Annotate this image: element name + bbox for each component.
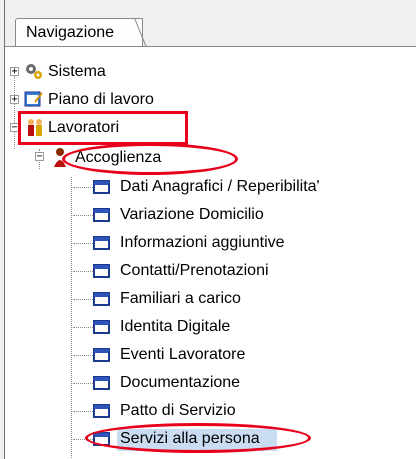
tree-node-label: Sistema	[48, 63, 106, 80]
collapse-accoglienza-toggle[interactable]: −	[35, 152, 44, 162]
window-icon	[93, 180, 110, 194]
tree-leaf[interactable]: Patto di Servizio	[5, 397, 410, 425]
tab-label: Navigazione	[26, 24, 115, 41]
navigation-tree[interactable]: + Sistema + Piano di lavoro − Lavoratori…	[5, 47, 416, 459]
tree-leaf[interactable]: Variazione Domicilio	[5, 201, 410, 229]
window-icon	[93, 348, 110, 362]
notepad-icon	[24, 91, 43, 107]
gears-icon	[26, 64, 42, 79]
tree-node-sistema[interactable]: + Sistema	[5, 58, 205, 86]
tree-node-piano-di-lavoro[interactable]: + Piano di lavoro	[5, 86, 245, 114]
expand-piano-toggle[interactable]: +	[10, 95, 19, 105]
tab-navigazione[interactable]: Navigazione	[15, 18, 144, 46]
tree-leaf-label: Documentazione	[120, 374, 241, 391]
tree-leaf-label: Dati Anagrafici / Reperibilita'	[120, 178, 320, 195]
window-icon	[93, 264, 110, 278]
tree-node-label: Piano di lavoro	[48, 91, 154, 108]
tree-leaf[interactable]: Dati Anagrafici / Reperibilita'	[5, 173, 410, 201]
tree-leaf[interactable]: Informazioni aggiuntive	[5, 229, 410, 257]
expand-sistema-toggle[interactable]: +	[10, 67, 19, 77]
annotation-ellipse-accoglienza	[62, 143, 238, 175]
window-icon	[93, 404, 110, 418]
tree-leaf-label: Contatti/Prenotazioni	[120, 262, 269, 279]
annotation-box-lavoratori	[18, 111, 188, 145]
tree-leaf-label: Familiari a carico	[120, 290, 241, 307]
annotation-ellipse-servizi	[85, 423, 311, 453]
tab-slant-edge	[134, 18, 152, 48]
tab-strip: Navigazione	[5, 0, 416, 46]
tree-leaf[interactable]: Familiari a carico	[5, 285, 410, 313]
tree-leaf-label: Variazione Domicilio	[120, 206, 264, 223]
tree-leaf-label: Identita Digitale	[120, 318, 231, 335]
tree-leaf-label: Patto di Servizio	[120, 402, 236, 419]
tree-leaf[interactable]: Identita Digitale	[5, 313, 410, 341]
window-icon	[93, 208, 110, 222]
tree-leaf-label: Informazioni aggiuntive	[120, 234, 285, 251]
tree-leaf[interactable]: Contatti/Prenotazioni	[5, 257, 410, 285]
window-icon	[93, 320, 110, 334]
tree-leaf[interactable]: Documentazione	[5, 369, 410, 397]
window-icon	[93, 292, 110, 306]
tree-leaf[interactable]: Eventi Lavoratore	[5, 341, 410, 369]
window-icon	[93, 376, 110, 390]
tree-leaf-label: Eventi Lavoratore	[120, 346, 246, 363]
window-icon	[93, 236, 110, 250]
